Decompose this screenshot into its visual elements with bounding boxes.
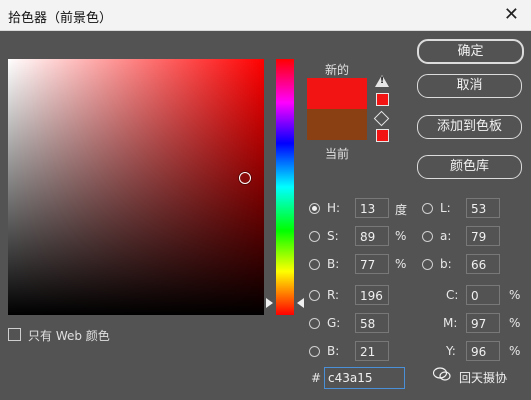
gamut-correction-swatch[interactable] [376,93,389,106]
magenta-input[interactable]: 97 [466,313,500,333]
hue-slider-right-handle-icon[interactable] [297,298,304,308]
current-color-swatch[interactable] [307,109,367,140]
web-colors-only-checkbox[interactable] [8,328,21,341]
brightness-label: B: [327,257,340,271]
add-to-swatches-button[interactable]: 添加到色板 [417,115,522,139]
color-field-cursor-icon[interactable] [239,172,251,184]
color-field[interactable] [8,59,264,315]
yellow-input[interactable]: 96 [466,341,500,361]
hue-input[interactable]: 13 [355,198,389,218]
hue-radio[interactable] [309,203,320,214]
hue-unit: 度 [395,203,408,217]
magenta-label: M: [443,316,458,330]
hue-label: H: [327,201,341,215]
cyan-unit: % [509,288,521,302]
blue-input[interactable]: 21 [355,341,389,361]
out-of-gamut-warning-icon[interactable] [375,75,389,87]
lab-b-input[interactable]: 66 [466,254,500,274]
brightness-unit: % [395,257,407,271]
cyan-label: C: [446,288,459,302]
lab-b-label: b: [440,257,452,271]
saturation-input[interactable]: 89 [355,226,389,246]
blue-label: B: [327,344,340,358]
lab-l-label: L: [440,201,451,215]
web-colors-only-label: 只有 Web 颜色 [28,329,110,343]
close-icon[interactable]: ✕ [504,4,519,25]
lab-l-radio[interactable] [422,203,433,214]
hue-slider[interactable] [276,59,294,315]
blue-radio[interactable] [309,346,320,357]
magenta-unit: % [509,316,521,330]
saturation-radio[interactable] [309,231,320,242]
yellow-label: Y: [446,344,456,358]
lab-b-radio[interactable] [422,259,433,270]
lab-a-label: a: [440,229,452,243]
brightness-radio[interactable] [309,259,320,270]
web-safe-correction-swatch[interactable] [376,129,389,142]
new-color-swatch [307,78,367,109]
green-input[interactable]: 58 [355,313,389,333]
web-safe-cube-icon[interactable] [373,110,390,127]
window-title: 拾色器（前景色） [8,11,113,26]
watermark-text: 回天摄协 [459,371,508,385]
red-radio[interactable] [309,290,320,301]
wechat-logo-icon [433,367,451,381]
lab-a-radio[interactable] [422,231,433,242]
lab-l-input[interactable]: 53 [466,198,500,218]
lab-a-input[interactable]: 79 [466,226,500,246]
cyan-input[interactable]: 0 [466,285,500,305]
yellow-unit: % [509,344,521,358]
green-radio[interactable] [309,318,320,329]
ok-button[interactable]: 确定 [417,39,524,64]
brightness-input[interactable]: 77 [355,254,389,274]
red-label: R: [327,288,340,302]
cancel-button[interactable]: 取消 [417,74,522,98]
current-color-label: 当前 [325,147,350,161]
hex-input[interactable]: c43a15 [324,367,405,389]
green-label: G: [327,316,341,330]
red-input[interactable]: 196 [355,285,389,305]
saturation-label: S: [327,229,339,243]
color-libraries-button[interactable]: 颜色库 [417,155,522,179]
new-color-label: 新的 [325,63,350,77]
saturation-unit: % [395,229,407,243]
hue-slider-left-handle-icon[interactable] [266,298,273,308]
hex-prefix: # [311,371,322,385]
title-bar: 拾色器（前景色） ✕ [0,0,531,31]
